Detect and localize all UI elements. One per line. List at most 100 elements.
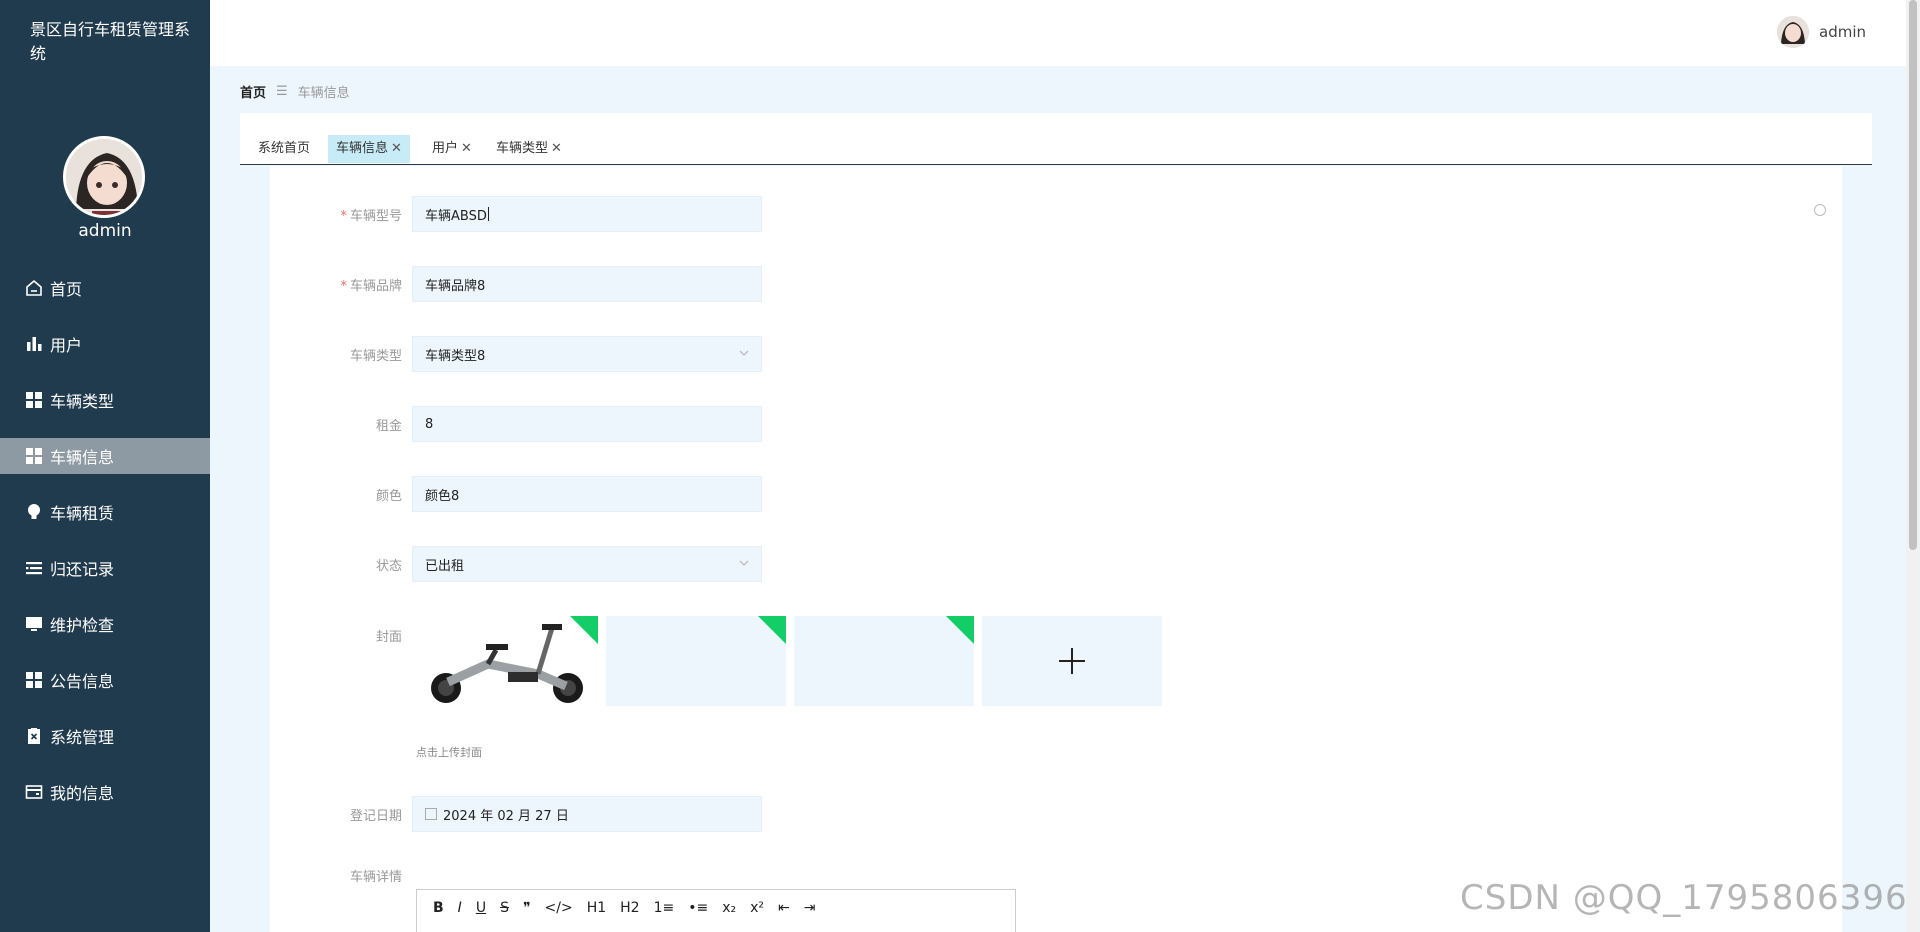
bold-button[interactable]: B: [433, 900, 444, 916]
scrollbar-thumb[interactable]: [1909, 0, 1917, 550]
breadcrumb-home[interactable]: 首页: [240, 82, 266, 101]
upload-hint: 点击上传封面: [416, 746, 482, 759]
cover-thumbnail[interactable]: [418, 616, 598, 706]
form-row-brand: * 车辆品牌 车辆品牌8: [270, 266, 762, 302]
rent-label: 租金: [375, 418, 402, 434]
cover-thumbnail-empty[interactable]: [794, 616, 974, 706]
upload-success-corner: [570, 616, 598, 644]
sidebar-item-users[interactable]: 用户: [0, 326, 210, 362]
form-row-detail: 车辆详情: [270, 866, 412, 885]
strike-button[interactable]: S: [500, 900, 509, 916]
close-icon[interactable]: ✕: [461, 141, 472, 156]
close-icon[interactable]: ✕: [551, 141, 562, 156]
sidebar-item-system-management[interactable]: 系统管理: [0, 718, 210, 754]
h1-button[interactable]: H1: [587, 900, 606, 916]
tab-label: 系统首页: [258, 141, 311, 156]
upload-add-button[interactable]: [982, 616, 1162, 706]
upload-success-corner: [946, 616, 974, 644]
form-row-type: 车辆类型 车辆类型8: [270, 336, 762, 372]
monitor-icon: [24, 614, 44, 634]
brand-input[interactable]: 车辆品牌8: [412, 266, 762, 302]
sidebar-item-label: 公告信息: [50, 672, 115, 691]
sidebar-menu: 首页 用户 车辆类型 车辆信息 车辆租赁 归还记录 维护检查 公告信息 系统管理…: [0, 270, 210, 830]
status-label: 状态: [375, 558, 402, 574]
type-select[interactable]: 车辆类型8: [412, 336, 762, 372]
tab-label: 用户: [432, 141, 459, 156]
sidebar-item-label: 系统管理: [50, 728, 115, 747]
grid-icon: [24, 390, 44, 410]
system-title: 景区自行车租赁管理系统: [30, 20, 191, 63]
rent-input[interactable]: 8: [412, 406, 762, 442]
upload-success-corner: [758, 616, 786, 644]
color-input[interactable]: 颜色8: [412, 476, 762, 512]
date-picker[interactable]: 2024 年 02 月 27 日: [412, 796, 762, 832]
ordered-list-button[interactable]: 1≡: [654, 900, 675, 916]
bar-chart-icon: [24, 334, 44, 354]
rich-text-editor[interactable]: B I U S ❞ </> H1 H2 1≡ •≡ x₂ x² ⇤ ⇥: [416, 889, 1016, 932]
breadcrumb-separator: ☰: [276, 84, 288, 99]
sidebar-item-vehicle-info[interactable]: 车辆信息: [0, 438, 210, 474]
model-label: 车辆型号: [349, 208, 402, 224]
brand-label: 车辆品牌: [349, 278, 402, 294]
indent-button[interactable]: ⇥: [804, 900, 816, 916]
editor-toolbar: B I U S ❞ </> H1 H2 1≡ •≡ x₂ x² ⇤ ⇥: [417, 890, 1015, 926]
chevron-down-icon: [739, 350, 749, 356]
clipboard-icon: [24, 726, 44, 746]
superscript-button[interactable]: x²: [750, 900, 764, 916]
form-row-model: * 车辆型号 车辆ABSD: [270, 196, 762, 232]
cover-label: 封面: [375, 630, 402, 645]
sidebar-item-label: 归还记录: [50, 560, 115, 579]
h2-button[interactable]: H2: [620, 900, 639, 916]
grid-icon: [24, 446, 44, 466]
calendar-icon: [425, 808, 437, 820]
sidebar-item-vehicle-rental[interactable]: 车辆租赁: [0, 494, 210, 530]
tab-label: 车辆信息: [336, 141, 389, 156]
bulb-icon: [24, 502, 44, 522]
sidebar-item-label: 用户: [50, 336, 83, 355]
date-label: 登记日期: [349, 808, 402, 824]
tab-system-home[interactable]: 系统首页: [250, 135, 318, 163]
sidebar-username: admin: [78, 221, 132, 241]
type-label: 车辆类型: [349, 348, 402, 364]
close-circle-icon[interactable]: [1814, 204, 1826, 216]
sidebar-item-return-records[interactable]: 归还记录: [0, 550, 210, 586]
model-input[interactable]: 车辆ABSD: [412, 196, 762, 232]
list-icon: [24, 558, 44, 578]
detail-label: 车辆详情: [349, 870, 402, 885]
outdent-button[interactable]: ⇤: [778, 900, 790, 916]
sidebar-item-maintenance[interactable]: 维护检查: [0, 606, 210, 642]
cover-thumbnail-empty[interactable]: [606, 616, 786, 706]
sidebar-item-home[interactable]: 首页: [0, 270, 210, 306]
underline-button[interactable]: U: [476, 900, 486, 916]
tab-vehicle-info[interactable]: 车辆信息 ✕: [328, 135, 410, 163]
status-select[interactable]: 已出租: [412, 546, 762, 582]
header-avatar: [1777, 16, 1809, 48]
sidebar-item-vehicle-type[interactable]: 车辆类型: [0, 382, 210, 418]
quote-button[interactable]: ❞: [523, 900, 531, 916]
header: admin: [210, 0, 1906, 66]
breadcrumb: 首页 ☰ 车辆信息: [240, 82, 350, 101]
form-row-color: 颜色 颜色8: [270, 476, 762, 512]
sidebar-item-announcements[interactable]: 公告信息: [0, 662, 210, 698]
form-row-status: 状态 已出租: [270, 546, 762, 582]
italic-button[interactable]: I: [458, 900, 462, 916]
chevron-down-icon: [739, 560, 749, 566]
color-label: 颜色: [375, 488, 402, 504]
bullet-list-button[interactable]: •≡: [688, 900, 708, 916]
code-button[interactable]: </>: [545, 900, 573, 916]
sidebar-item-label: 车辆租赁: [50, 504, 115, 523]
tab-vehicle-type[interactable]: 车辆类型 ✕: [488, 135, 570, 163]
user-menu[interactable]: admin: [1777, 16, 1866, 48]
form-row-rent: 租金 8: [270, 406, 762, 442]
home-icon: [24, 278, 44, 298]
sidebar-item-label: 车辆信息: [50, 448, 115, 467]
header-username: admin: [1819, 23, 1866, 41]
main-content: 首页 ☰ 车辆信息 系统首页 车辆信息 ✕ 用户 ✕ 车辆类型 ✕ * 车辆型号 车辆A…: [210, 66, 1906, 932]
plus-icon: [1059, 648, 1085, 674]
subscript-button[interactable]: x₂: [722, 900, 736, 916]
close-icon[interactable]: ✕: [391, 141, 402, 156]
avatar: [63, 136, 145, 218]
sidebar-item-my-info[interactable]: 我的信息: [0, 774, 210, 810]
page-scrollbar[interactable]: [1906, 0, 1920, 932]
tab-users[interactable]: 用户 ✕: [424, 135, 480, 163]
